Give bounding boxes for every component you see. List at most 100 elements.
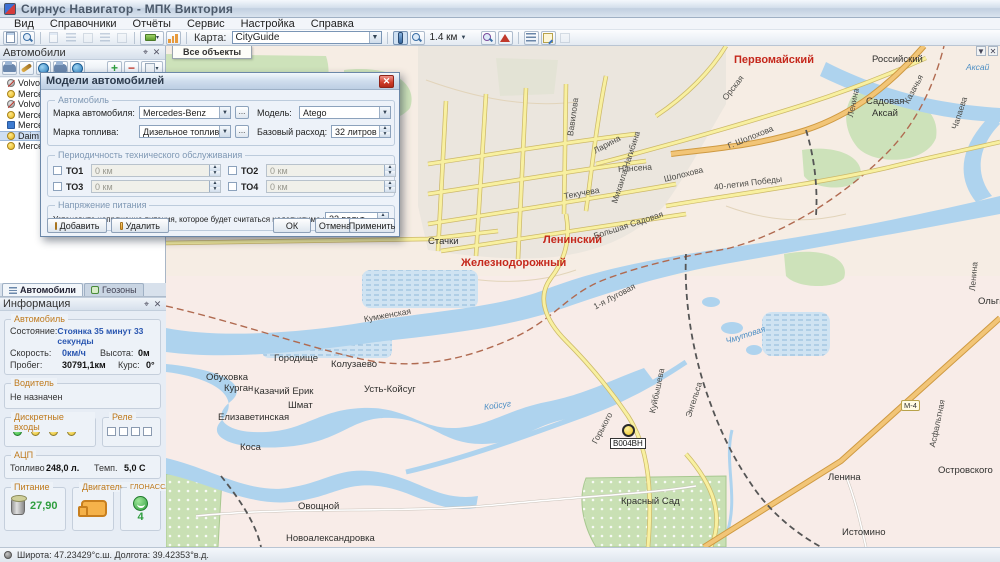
group-title: Реле [109,412,136,422]
edit-icon [543,33,553,43]
height-label: Высота: [100,348,138,358]
consumption-spinner[interactable]: 32 литров ▲▼ [331,125,391,138]
apply-button-label: Применить [349,221,396,231]
report-icon [7,121,15,129]
legend-button[interactable] [524,31,539,45]
ruler-toggle[interactable] [393,31,408,45]
table-button[interactable] [97,31,112,45]
brand-combo[interactable]: Mercedes-Benz▼ [139,106,231,119]
mileage-label: Пробег: [10,360,62,370]
model-label: Модель: [257,108,292,118]
label-то1: ТО1 [66,166,83,176]
menu-item-4[interactable]: Настройка [233,18,303,30]
filter-icon [117,33,127,43]
map-tab-all-objects[interactable]: Все объекты [172,46,252,59]
filter-button[interactable] [114,31,129,45]
pin-icon[interactable]: ⌖ [140,47,151,58]
dialog-close-button[interactable]: ✕ [379,75,394,88]
tab-vehicles[interactable]: Автомобили [2,283,83,296]
relay-checkbox[interactable] [119,427,128,436]
chart-button[interactable] [166,31,181,45]
vehicle-online-icon [7,90,15,98]
ok-button[interactable]: ОК [273,218,311,233]
menu-item-0[interactable]: Вид [6,18,42,30]
undo-button[interactable] [80,31,95,45]
tab-list-dropdown-icon[interactable]: ▼ [976,46,986,56]
refresh-button[interactable] [3,31,18,45]
map-select-combo[interactable]: CityGuide ▼ [232,31,382,44]
menu-item-2[interactable]: Отчёты [125,18,179,30]
spinner-то4[interactable]: 0 км▲▼ [266,180,396,193]
engine-icon [81,500,107,517]
vehicle-online-icon [7,142,15,150]
height-value: 0м [138,348,150,358]
close-icon[interactable]: ✕ [151,47,162,58]
connection-status-icon [4,551,12,559]
vehicle-label: Volvo [18,78,40,88]
discrete-inputs-group: Дискретные входы [4,417,96,447]
edit-map-button[interactable] [541,31,556,45]
relay-checkbox[interactable] [143,427,152,436]
fuel-value: 248,0 л. [46,463,94,473]
menu-item-3[interactable]: Сервис [179,18,233,30]
zoom-in-button[interactable] [410,31,425,45]
spinner-то3[interactable]: 0 км▲▼ [91,180,221,193]
remove-button[interactable]: Удалить [111,218,169,233]
fuel-combo[interactable]: Дизельное топливо▼ [139,125,231,138]
info-panel-title: Информация [3,298,70,310]
checkbox-то4[interactable] [228,182,237,191]
select-mode-button[interactable] [558,31,573,45]
gps-group: ГЛОНАСС/GPS 4 [120,487,161,531]
map-tab-label: Все объекты [183,47,241,57]
relay-checkbox[interactable] [107,427,116,436]
search-button[interactable] [20,31,35,45]
brand-value: Mercedes-Benz [143,108,206,118]
zoom-out-button[interactable] [481,31,496,45]
legend-icon [526,33,536,42]
label-то2: ТО2 [241,166,258,176]
brand-browse-button[interactable]: ... [235,106,249,119]
group-title: Питание [11,482,53,492]
menu-item-1[interactable]: Справочники [42,18,125,30]
tab-geozones[interactable]: Геозоны [84,283,144,296]
window-title: Сирнус Навигатор - МПК Виктория [21,2,233,16]
spinner-то1[interactable]: 0 км▲▼ [91,164,221,177]
apply-button[interactable]: Применить [349,218,395,233]
checkbox-то3[interactable] [53,182,62,191]
vehicle-marker-icon[interactable] [622,424,635,437]
zoom-scale-dropdown[interactable]: 1.4 км ▼ [427,31,479,44]
checkbox-то1[interactable] [53,166,62,175]
copy-button[interactable] [46,31,61,45]
title-bar[interactable]: Сирнус Навигатор - МПК Виктория [0,0,1000,18]
dialog-title: Модели автомобилей [46,75,379,87]
dialog-title-bar[interactable]: Модели автомобилей ✕ [41,73,399,90]
temp-label: Темп. [94,463,124,473]
relay-checkbox[interactable] [131,427,140,436]
vehicle-marker-label[interactable]: В004ВН [610,438,646,449]
vehicle-group-button[interactable] [2,61,17,75]
info-panel-header: Информация ⌖ ✕ [0,297,166,311]
pin-icon[interactable]: ⌖ [141,299,152,310]
close-icon[interactable]: ✕ [152,299,163,310]
checkbox-то2[interactable] [228,166,237,175]
level-icon [398,32,403,44]
menu-item-5[interactable]: Справка [303,18,362,30]
fuel-browse-button[interactable]: ... [235,125,249,138]
print-button[interactable] [63,31,78,45]
add-button[interactable]: Добавить [47,218,107,233]
table-icon [100,33,110,42]
search-icon [23,33,33,43]
model-combo[interactable]: Atego▼ [299,106,391,119]
home-view-button[interactable] [498,31,513,45]
add-icon [55,222,57,230]
spinner-value: 0 км [270,182,288,192]
chevron-down-icon[interactable]: ▼ [369,32,381,43]
vehicle-offline-icon [7,100,15,108]
spinner-то2[interactable]: 0 км▲▼ [266,164,396,177]
voltage-value: 27,90 [30,500,58,512]
print-icon [66,33,76,42]
paint-button[interactable] [19,61,34,75]
track-color-dropdown[interactable]: ▾ [140,31,164,45]
tab-close-icon[interactable]: ✕ [988,46,998,56]
status-bar: Широта: 47.23429°с.ш. Долгота: 39.42353°… [0,547,1000,562]
